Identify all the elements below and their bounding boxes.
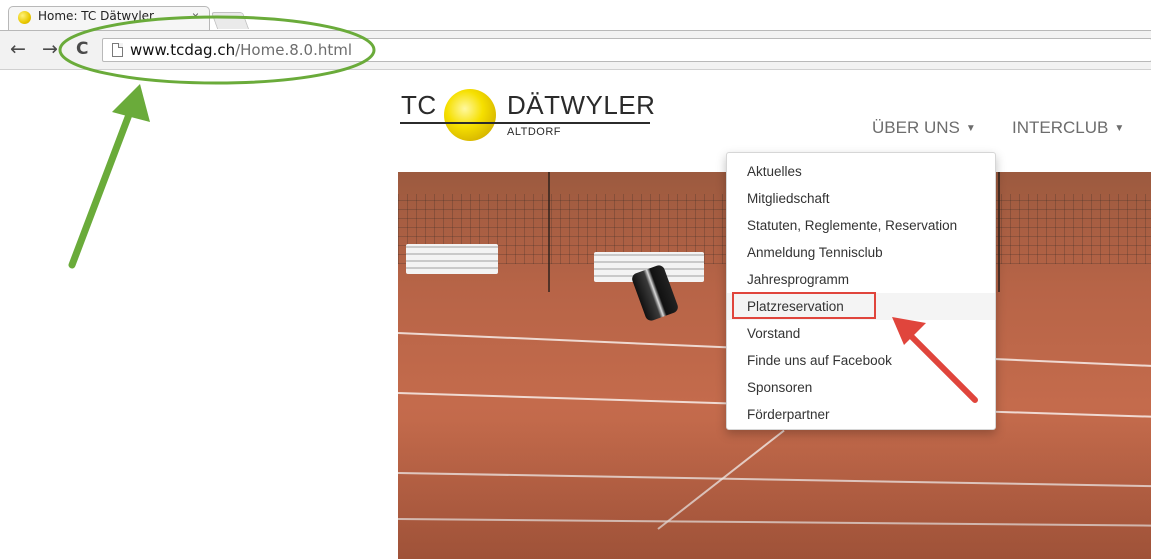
annotation-overlay bbox=[58, 15, 978, 403]
red-arrow-head bbox=[892, 317, 926, 345]
red-arrow-shaft bbox=[907, 332, 978, 403]
screenshot: Home: TC Dätwyler × ← → C www.tcdag.ch/H… bbox=[0, 0, 1151, 559]
green-arrow-head bbox=[112, 84, 150, 122]
green-ellipse bbox=[58, 15, 376, 85]
green-arrow-shaft bbox=[68, 108, 134, 269]
